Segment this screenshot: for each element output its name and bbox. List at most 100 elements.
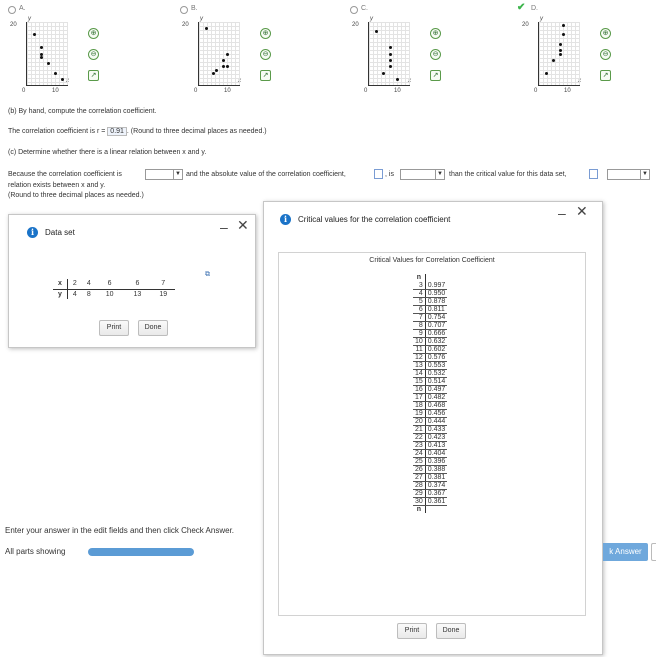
done-button[interactable]: Done (436, 623, 466, 639)
print-button[interactable]: Print (99, 320, 129, 336)
comparison-dropdown[interactable]: ▼ (400, 169, 445, 180)
table-row: 9 0.666 (413, 329, 448, 338)
critical-window-title: Critical values for the correlation coef… (298, 215, 451, 224)
all-parts-label: All parts showing (5, 547, 66, 556)
n-cell: 26 (413, 465, 426, 474)
expand-icon[interactable]: ↗ (600, 70, 611, 81)
n-cell: 19 (413, 409, 426, 418)
option-c[interactable]: C.20yx010⊕⊖↗ (350, 5, 490, 96)
next-button-edge[interactable] (651, 543, 656, 561)
scatter-plot (538, 22, 580, 86)
done-button[interactable]: Done (138, 320, 168, 336)
dataset-window-title: Data set (45, 228, 75, 237)
expand-icon[interactable]: ↗ (88, 70, 99, 81)
r-value-field[interactable]: 0.91 (107, 127, 127, 136)
critical-value-cell: 0.361 (425, 497, 448, 506)
copy-icon[interactable]: ⧉ (205, 271, 210, 279)
abs-r-field[interactable] (374, 169, 383, 179)
table-row: 20 0.444 (413, 417, 448, 426)
critical-value-cell: 0.707 (425, 321, 448, 330)
correlation-suffix: . (Round to three decimal places as need… (126, 128, 267, 135)
minimize-icon[interactable]: – (220, 219, 228, 235)
correlation-line: The correlation coefficient is r = 0.91.… (8, 127, 267, 136)
zoom-out-icon[interactable]: ⊖ (600, 49, 611, 60)
n-cell: 16 (413, 385, 426, 394)
x-tick-label: 10 (394, 88, 401, 94)
table-row: 22 0.423 (413, 433, 448, 442)
part-c-s2: and the absolute value of the correlatio… (186, 171, 346, 178)
radio-button[interactable] (180, 6, 188, 14)
table-row: 3 0.997 (413, 281, 448, 290)
relation-dropdown[interactable]: ▼ (607, 169, 650, 180)
critical-value-cell: 0.423 (425, 433, 448, 442)
data-point (388, 65, 392, 69)
zoom-out-icon[interactable]: ⊖ (430, 49, 441, 60)
dataset-table: x 2 4 6 6 7 y 4 8 10 13 19 (53, 279, 176, 299)
n-cell: 29 (413, 489, 426, 498)
critical-value-cell: 0.482 (425, 393, 448, 402)
critical-value-cell: 0.396 (425, 457, 448, 466)
critical-value-field[interactable] (589, 169, 598, 179)
zoom-in-icon[interactable]: ⊕ (260, 28, 271, 39)
option-a[interactable]: A.20yx010⊕⊖↗ (8, 5, 148, 96)
data-point (544, 71, 548, 75)
table-row: 14 0.532 (413, 369, 448, 378)
table-row: 18 0.468 (413, 401, 448, 410)
data-point (215, 68, 218, 72)
zoom-in-icon[interactable]: ⊕ (88, 28, 99, 39)
close-icon[interactable]: ✕ (576, 203, 588, 220)
sign-dropdown[interactable]: ▼ (145, 169, 183, 180)
data-point (204, 26, 208, 30)
critical-table-title: Critical Values for Correlation Coeffici… (369, 257, 495, 264)
table-row: 13 0.553 (413, 361, 448, 370)
y-tick-label: 20 (352, 22, 359, 28)
n-cell: 8 (413, 321, 426, 330)
table-row: 26 0.388 (413, 465, 448, 474)
chevron-down-icon: ▼ (173, 170, 182, 179)
chevron-down-icon: ▼ (640, 170, 649, 179)
expand-icon[interactable]: ↗ (260, 70, 271, 81)
part-c-s4: than the critical value for this data se… (449, 171, 567, 178)
table-row: 11 0.602 (413, 345, 448, 354)
table-footer-row: n (413, 505, 447, 513)
print-button[interactable]: Print (397, 623, 427, 639)
n-cell: 13 (413, 361, 426, 370)
x-value: 2 (72, 280, 77, 288)
check-answer-button[interactable]: k Answer (603, 543, 648, 561)
critical-value-cell: 0.602 (425, 345, 448, 354)
option-d[interactable]: ✔D.20yx010⊕⊖↗ (517, 2, 656, 96)
critical-values-table: n 3 0.997 4 0.950 5 0.878 6 0.811 7 0.754 8 0.707 9 0… (413, 274, 448, 513)
close-icon[interactable]: ✕ (237, 217, 249, 234)
scatter-plot (26, 22, 68, 86)
part-c-s3: , is (385, 171, 394, 178)
option-letter: A. (19, 5, 26, 12)
y-tick-label: 20 (182, 22, 189, 28)
minimize-icon[interactable]: – (558, 205, 566, 221)
critical-value-cell: 0.666 (425, 329, 448, 338)
n-cell: 23 (413, 441, 426, 450)
data-point (395, 78, 399, 82)
n-cell: 14 (413, 369, 426, 378)
x-value: 4 (86, 280, 91, 288)
radio-button[interactable] (8, 6, 16, 14)
x-tick-zero: 0 (22, 88, 26, 94)
radio-button[interactable] (350, 6, 358, 14)
n-cell: 20 (413, 417, 426, 426)
data-point (562, 23, 565, 27)
option-b[interactable]: B.20yx010⊕⊖↗ (180, 5, 320, 96)
critical-value-cell: 0.413 (425, 441, 448, 450)
zoom-in-icon[interactable]: ⊕ (600, 28, 611, 39)
table-row: 25 0.396 (413, 457, 448, 466)
part-c-s5: relation exists between x and y. (8, 182, 106, 189)
table-row: 4 0.950 (413, 289, 448, 298)
data-point (225, 52, 229, 56)
zoom-out-icon[interactable]: ⊖ (260, 49, 271, 60)
critical-value-cell: 0.468 (425, 401, 448, 410)
expand-icon[interactable]: ↗ (430, 70, 441, 81)
correlation-prefix: The correlation coefficient is r = (8, 128, 106, 135)
table-row: 21 0.433 (413, 425, 448, 434)
zoom-out-icon[interactable]: ⊖ (88, 49, 99, 60)
zoom-in-icon[interactable]: ⊕ (430, 28, 441, 39)
x-tick-label: 10 (564, 88, 571, 94)
part-b-heading: (b) By hand, compute the correlation coe… (8, 108, 157, 115)
